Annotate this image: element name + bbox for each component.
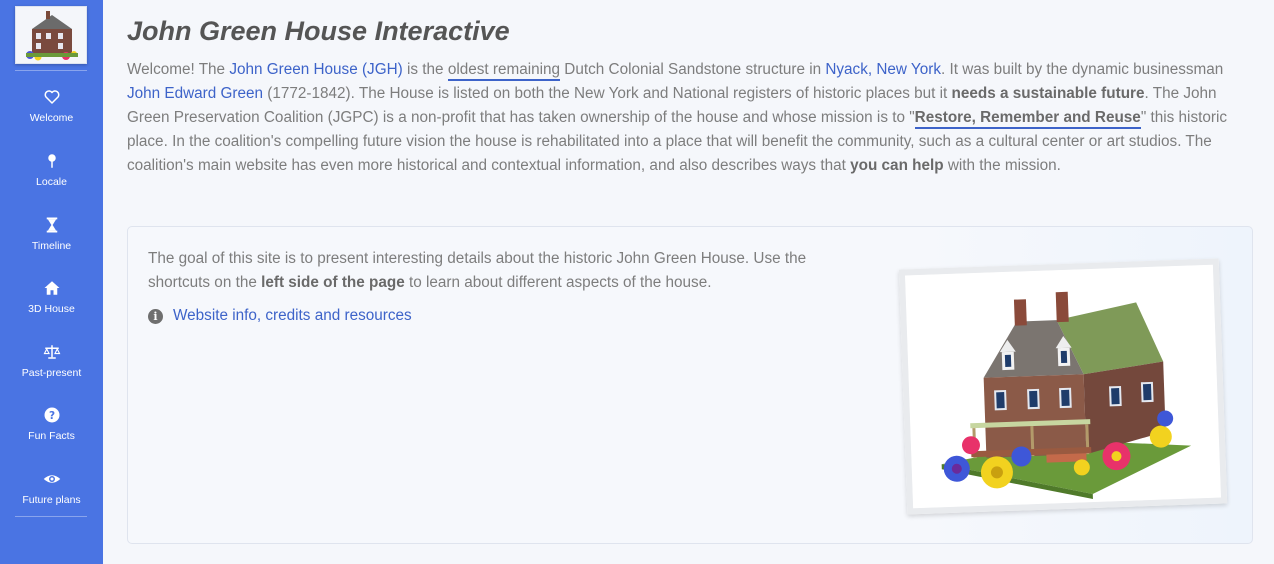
nav-label: Fun Facts: [28, 430, 75, 442]
intro-text: with the mission.: [943, 157, 1061, 174]
nav-future-plans[interactable]: Future plans: [0, 466, 103, 516]
hourglass-icon: [46, 217, 57, 233]
intro-text: Welcome! The: [127, 61, 230, 78]
intro-text: . It was built by the dynamic businessma…: [940, 61, 1224, 78]
sidebar-divider-bottom: [15, 516, 87, 517]
info-icon: i: [148, 308, 163, 324]
sidebar-divider-top: [15, 70, 87, 71]
bold-you-can-help: you can help: [850, 157, 944, 174]
highlight-restore-remember-reuse: Restore, Remember and Reuse: [914, 109, 1141, 129]
intro-paragraph: Welcome! The John Green House (JGH) is t…: [127, 58, 1249, 178]
card-description: The goal of this site is to present inte…: [148, 247, 868, 295]
house-logo[interactable]: [15, 6, 87, 64]
eye-icon: [43, 475, 60, 483]
home-icon: [44, 281, 59, 295]
nav-fun-facts[interactable]: ? Fun Facts: [0, 402, 103, 452]
nav-timeline[interactable]: Timeline: [0, 212, 103, 262]
info-card: The goal of this site is to present inte…: [127, 226, 1253, 544]
nav-3d-house[interactable]: 3D House: [0, 275, 103, 325]
nav-label: Future plans: [22, 494, 81, 506]
svg-text:?: ?: [48, 410, 54, 422]
bold-needs-future: needs a sustainable future: [951, 85, 1145, 102]
intro-text: is the: [402, 61, 448, 78]
bold-left-side: left side of the page: [261, 274, 405, 291]
scale-icon: [43, 345, 60, 359]
nav-label: Locale: [36, 176, 67, 188]
link-nyack[interactable]: Nyack, New York: [825, 61, 941, 78]
highlight-oldest-remaining: oldest remaining: [447, 61, 561, 81]
nav-label: Timeline: [31, 240, 72, 252]
link-john-green-house[interactable]: John Green House (JGH): [229, 61, 402, 78]
heart-icon: [44, 90, 59, 104]
title-regular: John Green House: [127, 16, 368, 46]
sidebar: Welcome Locale Timeline 3D House Past-pr…: [0, 0, 103, 564]
intro-text: Dutch Colonial Sandstone structure in: [560, 61, 826, 78]
website-info-row: i Website info, credits and resources: [148, 307, 412, 325]
title-bold: Interactive: [374, 16, 510, 46]
card-text: to learn about different aspects of the …: [404, 274, 712, 291]
link-website-info[interactable]: Website info, credits and resources: [173, 307, 412, 325]
nav-label: 3D House: [28, 303, 75, 315]
nav-locale[interactable]: Locale: [0, 148, 103, 198]
nav-label: Welcome: [29, 112, 74, 124]
house-illustration: [898, 258, 1228, 515]
map-pin-icon: [47, 154, 56, 168]
intro-text: (1772-1842). The House is listed on both…: [263, 85, 952, 102]
nav-label: Past-present: [21, 367, 82, 379]
link-john-edward-green[interactable]: John Edward Green: [127, 85, 263, 102]
page-title: John Green House Interactive: [127, 16, 510, 47]
question-circle-icon: ?: [44, 407, 59, 423]
nav-past-present[interactable]: Past-present: [0, 339, 103, 389]
nav-welcome[interactable]: Welcome: [0, 84, 103, 134]
